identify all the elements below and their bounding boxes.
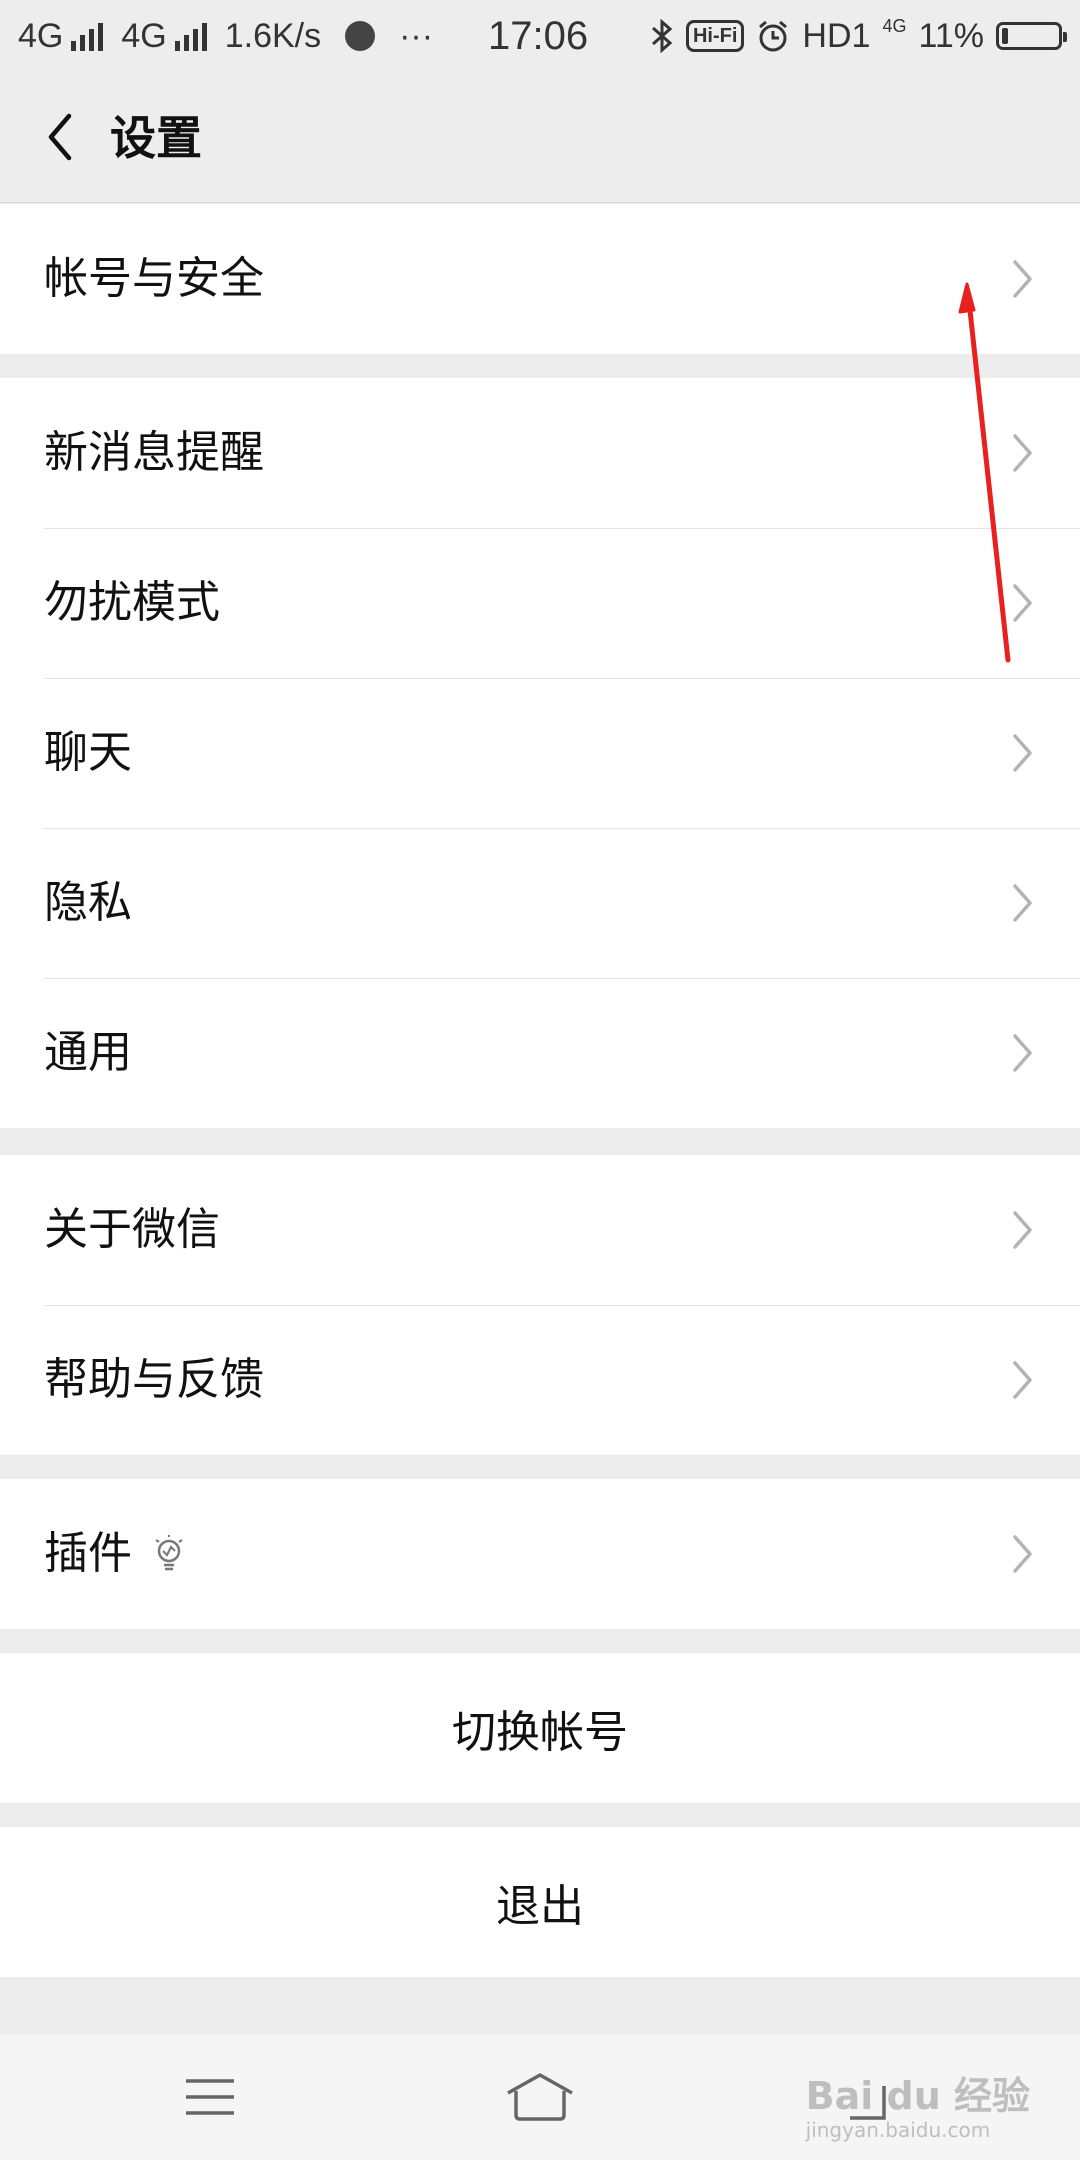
settings-item-label: 聊天 bbox=[44, 727, 132, 778]
chevron-right-icon bbox=[1013, 584, 1032, 622]
settings-item-label: 新消息提醒 bbox=[44, 427, 264, 478]
status-bar: 4G 4G 1.6K/s ··· 17:06 Hi-Fi HD1 4G 11% bbox=[0, 0, 1080, 72]
battery-percent: 11% bbox=[918, 17, 984, 55]
battery-level-fill bbox=[1002, 28, 1008, 44]
settings-item-privacy[interactable]: 隐私 bbox=[0, 828, 1080, 978]
settings-item-plugins[interactable]: 插件 bbox=[0, 1479, 1080, 1629]
menu-button[interactable] bbox=[170, 2064, 250, 2130]
chevron-right-icon bbox=[1013, 884, 1032, 922]
settings-group-about: 关于微信 帮助与反馈 bbox=[0, 1155, 1080, 1455]
settings-item-new-message-alerts[interactable]: 新消息提醒 bbox=[0, 378, 1080, 528]
status-left: 4G 4G 1.6K/s ··· bbox=[18, 16, 433, 56]
settings-group-preferences: 新消息提醒 勿扰模式 聊天 隐私 通用 bbox=[0, 378, 1080, 1128]
bluetooth-icon bbox=[651, 19, 673, 53]
planet-icon bbox=[345, 21, 376, 51]
settings-group-plugins: 插件 bbox=[0, 1479, 1080, 1629]
settings-item-label: 隐私 bbox=[44, 877, 132, 928]
watermark: Bai du 经验 jingyan.baidu.com bbox=[806, 2074, 1030, 2142]
network-type-1: 4G bbox=[18, 17, 64, 55]
settings-group-account: 帐号与安全 bbox=[0, 204, 1080, 354]
battery-icon bbox=[996, 22, 1067, 50]
switch-account-label: 切换帐号 bbox=[452, 1707, 628, 1758]
clock: 17:06 bbox=[488, 14, 589, 58]
settings-item-general[interactable]: 通用 bbox=[0, 978, 1080, 1128]
status-right: Hi-Fi HD1 4G 11% bbox=[650, 16, 1067, 56]
settings-item-label: 帐号与安全 bbox=[44, 253, 264, 304]
signal-icon bbox=[71, 21, 104, 51]
switch-account-button[interactable]: 切换帐号 bbox=[0, 1653, 1080, 1803]
settings-item-label: 插件 bbox=[44, 1528, 132, 1579]
chevron-right-icon bbox=[1013, 1535, 1032, 1573]
chevron-right-icon bbox=[1013, 260, 1032, 298]
hifi-badge: Hi-Fi bbox=[685, 20, 745, 52]
navigation-header: 设置 bbox=[0, 72, 1080, 203]
logout-label: 退出 bbox=[496, 1881, 584, 1932]
back-button[interactable] bbox=[30, 102, 90, 172]
small-network-type: 4G bbox=[882, 16, 907, 36]
settings-item-label: 勿扰模式 bbox=[44, 577, 220, 628]
network-speed: 1.6K/s bbox=[224, 17, 322, 55]
page-title: 设置 bbox=[110, 111, 202, 165]
settings-item-about-wechat[interactable]: 关于微信 bbox=[0, 1155, 1080, 1305]
settings-item-help-feedback[interactable]: 帮助与反馈 bbox=[0, 1305, 1080, 1455]
chevron-right-icon bbox=[1013, 1034, 1032, 1072]
watermark-url: jingyan.baidu.com bbox=[805, 2118, 991, 2142]
settings-item-label: 关于微信 bbox=[44, 1204, 220, 1255]
menu-icon bbox=[186, 2079, 234, 2115]
signal-icon bbox=[174, 21, 207, 51]
alarm-icon bbox=[759, 20, 788, 52]
chevron-right-icon bbox=[1013, 1211, 1032, 1249]
logout-button[interactable]: 退出 bbox=[0, 1827, 1080, 1977]
watermark-brand: Bai du 经验 bbox=[805, 2074, 1030, 2118]
chevron-right-icon bbox=[1013, 434, 1032, 472]
settings-item-chat[interactable]: 聊天 bbox=[0, 678, 1080, 828]
home-button[interactable] bbox=[500, 2064, 580, 2130]
settings-item-label: 通用 bbox=[44, 1027, 132, 1078]
network-type-2: 4G bbox=[121, 17, 167, 55]
lightbulb-icon bbox=[155, 1535, 183, 1571]
hd-indicator: HD1 bbox=[802, 17, 871, 55]
home-icon bbox=[507, 2073, 573, 2121]
system-navigation-bar: Bai du 经验 jingyan.baidu.com bbox=[0, 2034, 1080, 2160]
settings-item-do-not-disturb[interactable]: 勿扰模式 bbox=[0, 528, 1080, 678]
chevron-right-icon bbox=[1013, 1361, 1032, 1399]
settings-item-account-security[interactable]: 帐号与安全 bbox=[0, 204, 1080, 354]
chevron-right-icon bbox=[1013, 734, 1032, 772]
settings-item-label: 帮助与反馈 bbox=[44, 1354, 264, 1405]
back-arrow-icon bbox=[48, 113, 72, 161]
more-indicator: ··· bbox=[399, 17, 434, 55]
